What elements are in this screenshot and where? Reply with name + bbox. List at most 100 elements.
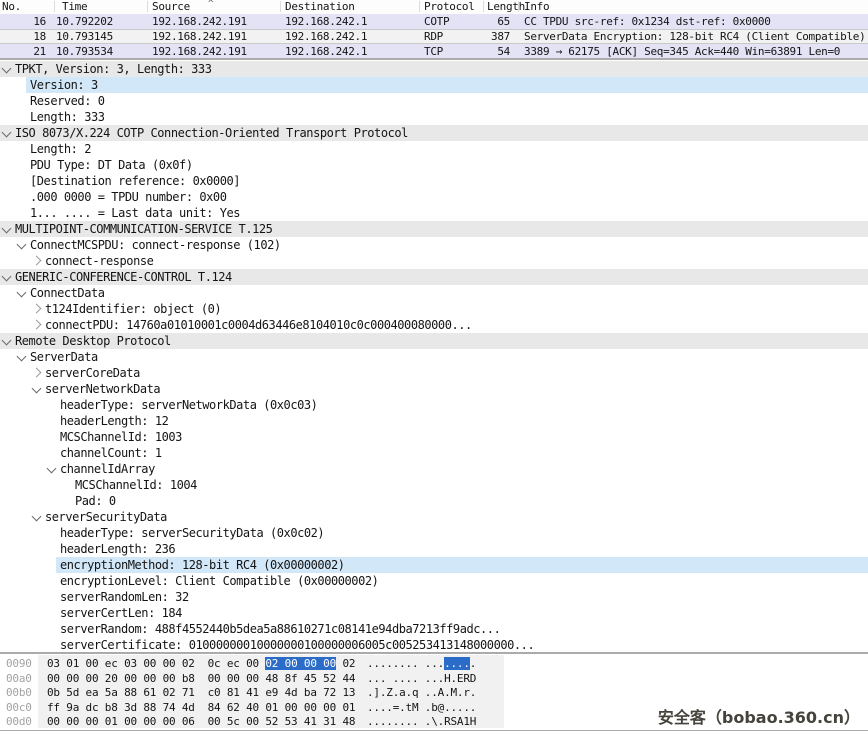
detail-tree-row[interactable]: encryptionLevel: Client Compatible (0x00… [0,573,868,589]
hex-ascii[interactable]: ....=.tM .b@..... [367,701,476,715]
chevron-down-icon[interactable] [47,464,57,474]
detail-tree-row[interactable]: .000 0000 = TPDU number: 0x00 [0,189,868,205]
cell-no: 21 [0,44,46,58]
detail-tree-row[interactable]: Version: 3 [0,77,868,93]
cell-source: 192.168.242.191 [152,30,247,43]
detail-field-label: Length: 2 [30,141,91,157]
detail-tree-row[interactable]: headerLength: 236 [0,541,868,557]
chevron-down-icon[interactable] [17,288,27,298]
detail-field-label: MCSChannelId: 1003 [60,429,182,445]
detail-tree-row[interactable]: Pad: 0 [0,493,868,509]
chevron-down-icon[interactable] [2,336,12,346]
hex-ascii[interactable]: ........ .\.RSA1H [367,715,476,729]
detail-tree-row[interactable]: Remote Desktop Protocol [0,333,868,349]
detail-tree-row[interactable]: Length: 2 [0,141,868,157]
detail-field-label: GENERIC-CONFERENCE-CONTROL T.124 [15,269,232,285]
cell-source: 192.168.242.191 [152,44,247,58]
detail-tree-row[interactable]: headerLength: 12 [0,413,868,429]
detail-tree-row[interactable]: serverCoreData [0,365,868,381]
detail-tree-row[interactable]: serverCertLen: 184 [0,605,868,621]
hex-bytes[interactable]: ff 9a dc b8 3d 88 74 4d 84 62 40 01 00 0… [47,701,355,715]
packet-row[interactable]: 1810.793145192.168.242.191192.168.242.1R… [0,29,868,44]
detail-tree-row[interactable]: headerType: serverSecurityData (0x0c02) [0,525,868,541]
hex-bytes[interactable]: 03 01 00 ec 03 00 00 02 0c ec 00 02 00 0… [47,657,355,671]
hex-row[interactable]: 00b00b 5d ea 5a 88 61 02 71 c0 81 41 e9 … [0,686,868,700]
detail-tree-row[interactable]: ISO 8073/X.224 COTP Connection-Oriented … [0,125,868,141]
detail-field-label: serverCertLen: 184 [60,605,182,621]
chevron-right-icon[interactable] [32,320,42,330]
detail-tree-row[interactable]: 1... .... = Last data unit: Yes [0,205,868,221]
chevron-right-icon[interactable] [32,368,42,378]
pane-splitter-top[interactable] [0,58,868,60]
chevron-right-icon[interactable] [32,304,42,314]
col-header-destination[interactable]: Destination [285,0,355,13]
column-divider[interactable] [147,1,148,12]
col-header-time[interactable]: Time [62,0,87,13]
detail-tree-row[interactable]: serverRandomLen: 32 [0,589,868,605]
detail-field-label: encryptionMethod: 128-bit RC4 (0x0000000… [60,557,345,573]
chevron-down-icon[interactable] [17,240,27,250]
detail-tree-row[interactable]: connectPDU: 14760a01010001c0004d63446e81… [0,317,868,333]
chevron-down-icon[interactable] [32,512,42,522]
detail-field-label: t124Identifier: object (0) [45,301,221,317]
hex-text: 03 01 00 ec 03 00 00 02 0c ec 00 [47,657,265,670]
watermark: 安全客（bobao.360.cn） [658,704,860,728]
col-header-length[interactable]: Length [487,0,525,13]
col-header-source[interactable]: Source [152,0,190,13]
col-header-no[interactable]: No. [2,0,21,13]
packet-row[interactable]: 1610.792202192.168.242.191192.168.242.1C… [0,14,868,29]
chevron-down-icon[interactable] [32,384,42,394]
column-divider[interactable] [518,1,519,12]
detail-tree-row[interactable]: ConnectMCSPDU: connect-response (102) [0,237,868,253]
detail-field-label: channelCount: 1 [60,445,162,461]
detail-tree-row[interactable]: Length: 333 [0,109,868,125]
detail-tree-row[interactable]: channelCount: 1 [0,445,868,461]
hex-bytes[interactable]: 0b 5d ea 5a 88 61 02 71 c0 81 41 e9 4d b… [47,686,355,700]
detail-tree-row[interactable]: connect-response [0,253,868,269]
chevron-down-icon[interactable] [2,224,12,234]
detail-tree-row[interactable]: headerType: serverNetworkData (0x0c03) [0,397,868,413]
hex-ascii[interactable]: ........ ........ [367,657,476,671]
detail-tree-row[interactable]: channelIdArray [0,461,868,477]
hex-ascii[interactable]: ... .... ...H.ERD [367,672,476,686]
hex-text: 02 [336,657,355,670]
hex-row[interactable]: 00a000 00 00 20 00 00 00 b8 00 00 00 48 … [0,672,868,686]
detail-tree-row[interactable]: PDU Type: DT Data (0x0f) [0,157,868,173]
col-header-info[interactable]: Info [524,0,549,13]
chevron-down-icon[interactable] [17,352,27,362]
chevron-right-icon[interactable] [32,256,42,266]
detail-field-label: Length: 333 [30,109,105,125]
detail-tree-row[interactable]: MCSChannelId: 1004 [0,477,868,493]
chevron-down-icon[interactable] [2,128,12,138]
detail-tree-row[interactable]: encryptionMethod: 128-bit RC4 (0x0000000… [0,557,868,573]
column-divider[interactable] [483,1,484,12]
detail-field-label: serverRandomLen: 32 [60,589,189,605]
chevron-down-icon[interactable] [2,64,12,74]
detail-tree-row[interactable]: serverCertificate: 010000000100000001000… [0,637,868,652]
column-divider[interactable] [280,1,281,12]
detail-tree-row[interactable]: ConnectData [0,285,868,301]
packet-row[interactable]: 2110.793534192.168.242.191192.168.242.1T… [0,44,868,58]
hex-ascii[interactable]: .].Z.a.q ..A.M.r. [367,686,476,700]
detail-tree-row[interactable]: GENERIC-CONFERENCE-CONTROL T.124 [0,269,868,285]
detail-tree-row[interactable]: t124Identifier: object (0) [0,301,868,317]
detail-tree-row[interactable]: ServerData [0,349,868,365]
detail-tree-row[interactable]: serverSecurityData [0,509,868,525]
detail-tree-row[interactable]: serverRandom: 488f4552440b5dea5a88610271… [0,621,868,637]
detail-tree-row[interactable]: serverNetworkData [0,381,868,397]
column-divider[interactable] [54,1,55,12]
chevron-down-icon[interactable] [2,272,12,282]
column-divider[interactable] [419,1,420,12]
detail-tree-row[interactable]: MCSChannelId: 1003 [0,429,868,445]
detail-tree-row[interactable]: TPKT, Version: 3, Length: 333 [0,61,868,77]
detail-tree-row[interactable]: [Destination reference: 0x0000] [0,173,868,189]
detail-tree-row[interactable]: Reserved: 0 [0,93,868,109]
hex-bytes[interactable]: 00 00 00 01 00 00 00 06 00 5c 00 52 53 4… [47,715,355,729]
hex-offset: 00c0 [6,701,32,715]
hex-row[interactable]: 009003 01 00 ec 03 00 00 02 0c ec 00 02 … [0,657,868,671]
col-header-protocol[interactable]: Protocol [424,0,475,13]
cell-no: 16 [0,14,46,29]
detail-tree-row[interactable]: MULTIPOINT-COMMUNICATION-SERVICE T.125 [0,221,868,237]
hex-bytes[interactable]: 00 00 00 20 00 00 00 b8 00 00 00 48 8f 4… [47,672,355,686]
hex-text: ... .... ...H.ERD [367,672,476,685]
